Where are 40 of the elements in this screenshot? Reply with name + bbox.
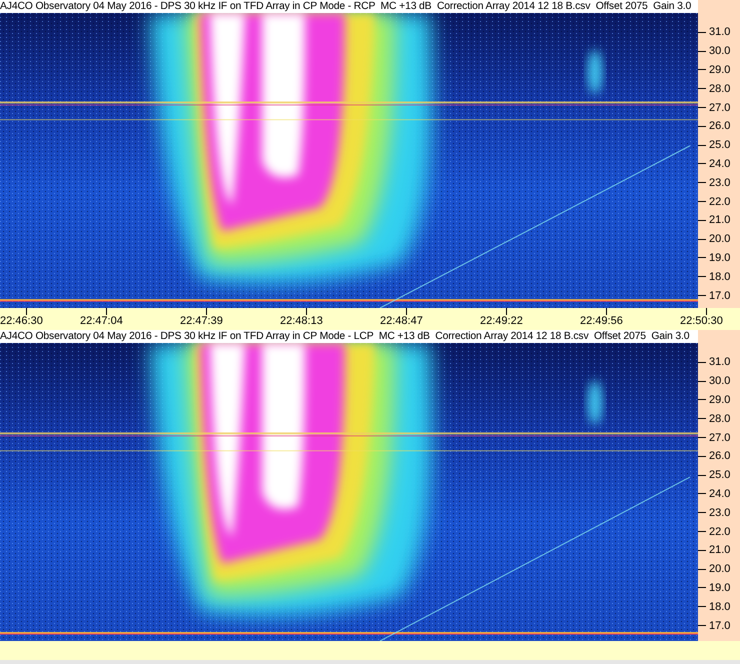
axis-label: 20.0 (709, 233, 730, 246)
axis-label: 27.0 (709, 102, 730, 114)
axis-label: 29.0 (709, 394, 730, 406)
axis-label: 19.0 (709, 582, 730, 594)
axis-label: 22:49:22 (480, 315, 523, 327)
axis-label: 17.0 (709, 290, 730, 302)
axis-label: 22:47:39 (180, 315, 223, 327)
axis-label: 23.0 (709, 176, 730, 189)
axis-label: 31.0 (709, 26, 730, 38)
axis-label: 26.0 (709, 450, 730, 462)
axis-label: 30.0 (709, 45, 730, 58)
axis-label: 22.0 (709, 526, 730, 538)
axis-label: 28.0 (709, 412, 730, 425)
axis-label: 21.0 (709, 214, 730, 226)
axis-label: 18.0 (709, 270, 730, 283)
axis-label: 27.0 (709, 432, 730, 444)
axis-label: 19.0 (709, 252, 730, 264)
chart-title: AJ4CO Observatory 04 May 2016 - DPS 30 kHz IF on TFD Array in CP Mode - RCP MC +13 dB Correction Array 2014 12 18 B.csv Offset 2075 Gain 3.0 (0, 0, 740, 13)
axis-label: 25.0 (709, 469, 730, 482)
axis-label: 30.0 (709, 375, 730, 388)
axis-label: 22:47:04 (80, 315, 123, 327)
axis-label: 22:50:30 (680, 315, 723, 327)
axis-label: 20.0 (709, 563, 730, 576)
axis-label: 25.0 (709, 139, 730, 152)
axis-label: 22:48:13 (280, 315, 323, 327)
axis-label: 22:48:47 (380, 315, 423, 327)
axis-label: 31.0 (709, 356, 730, 368)
axis-label: 22:49:56 (580, 315, 623, 327)
axis-label: 18.0 (709, 600, 730, 613)
axis-label: 21.0 (709, 544, 730, 556)
axis-label: 22.0 (709, 196, 730, 208)
axis-label: 17.0 (709, 620, 730, 632)
axis-label: 29.0 (709, 64, 730, 76)
axis-label: 23.0 (709, 506, 730, 519)
axis-label: 24.0 (709, 488, 730, 500)
chart-title: AJ4CO Observatory 04 May 2016 - DPS 30 kHz IF on TFD Array in CP Mode - LCP MC +13 dB Correction Array 2014 12 18 B.csv Offset 2075 Gain 3.0 (0, 330, 740, 343)
axis-label: 22:46:30 (0, 315, 43, 327)
axis-label: 28.0 (709, 82, 730, 95)
axis-label: 26.0 (709, 120, 730, 132)
axis-label: 24.0 (709, 158, 730, 170)
